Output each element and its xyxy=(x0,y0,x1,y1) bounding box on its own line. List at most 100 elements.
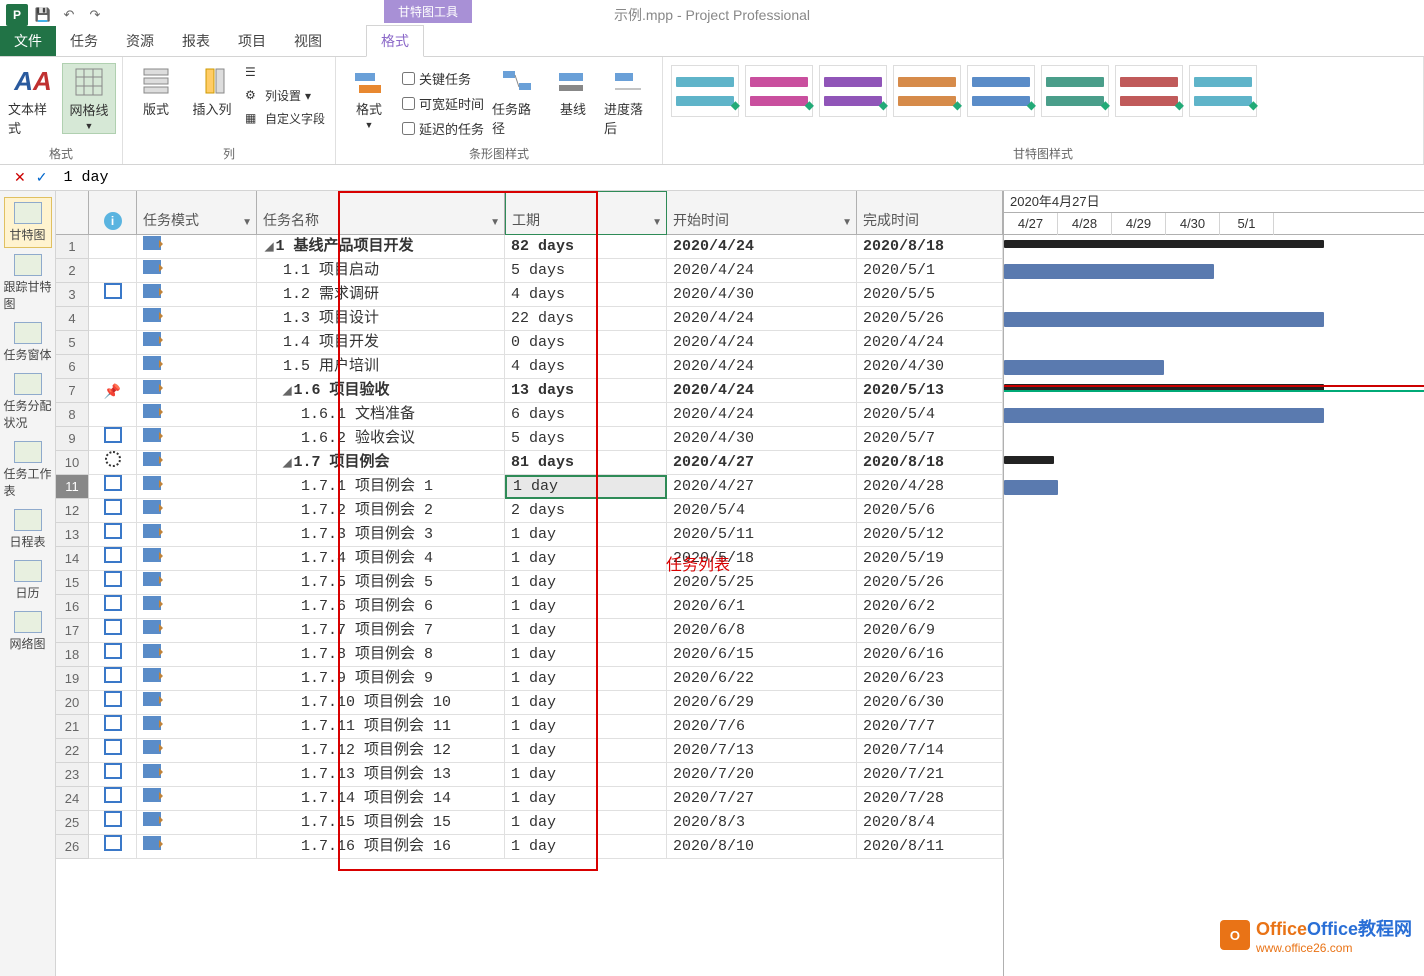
rownum-header[interactable] xyxy=(56,191,89,235)
gantt-bar[interactable] xyxy=(1004,312,1324,327)
slack-checkbox[interactable]: 可宽延时间 xyxy=(398,92,488,115)
view-gantt[interactable]: 甘特图 xyxy=(4,197,52,248)
row-number[interactable]: 1 xyxy=(56,235,89,259)
table-row[interactable]: 1.7.7 项目例会 71 day2020/6/82020/6/9 xyxy=(89,619,1003,643)
gantt-bar[interactable] xyxy=(1004,240,1324,248)
table-row[interactable]: 1.7.1 项目例会 11 day2020/4/272020/4/28 xyxy=(89,475,1003,499)
view-task-sheet[interactable]: 任务工作表 xyxy=(4,437,52,503)
baseline-button[interactable]: 基线 xyxy=(546,63,600,120)
row-number[interactable]: 3 xyxy=(56,283,89,307)
row-number[interactable]: 16 xyxy=(56,595,89,619)
col-finish[interactable]: 完成时间 xyxy=(857,191,1003,235)
table-row[interactable]: 1.7.13 项目例会 131 day2020/7/202020/7/21 xyxy=(89,763,1003,787)
view-network[interactable]: 网络图 xyxy=(4,607,52,656)
layout-button[interactable]: 版式 xyxy=(129,63,183,120)
row-number[interactable]: 25 xyxy=(56,811,89,835)
gantt-bar[interactable] xyxy=(1004,360,1164,375)
table-row[interactable]: 1.2 需求调研4 days2020/4/302020/5/5 xyxy=(89,283,1003,307)
table-row[interactable]: 1.7.16 项目例会 161 day2020/8/102020/8/11 xyxy=(89,835,1003,859)
table-row[interactable]: 1.5 用户培训4 days2020/4/242020/4/30 xyxy=(89,355,1003,379)
row-number[interactable]: 7 xyxy=(56,379,89,403)
gantt-style-option[interactable]: ◆ xyxy=(1041,65,1109,117)
task-grid[interactable]: 1234567891011121314151617181920212223242… xyxy=(56,191,1003,976)
col-duration[interactable]: 工期▼ xyxy=(505,191,667,235)
row-number[interactable]: 23 xyxy=(56,763,89,787)
task-path-button[interactable]: 任务路径 xyxy=(490,63,544,139)
row-number[interactable]: 4 xyxy=(56,307,89,331)
gantt-style-option[interactable]: ◆ xyxy=(1115,65,1183,117)
table-row[interactable]: 1.3 项目设计22 days2020/4/242020/5/26 xyxy=(89,307,1003,331)
view-timeline[interactable]: 日程表 xyxy=(4,505,52,554)
gantt-style-option[interactable]: ◆ xyxy=(893,65,961,117)
row-number[interactable]: 22 xyxy=(56,739,89,763)
table-row[interactable]: 1.7.15 项目例会 151 day2020/8/32020/8/4 xyxy=(89,811,1003,835)
tab-task[interactable]: 任务 xyxy=(56,26,112,56)
row-number[interactable]: 9 xyxy=(56,427,89,451)
table-row[interactable]: 1.7.8 项目例会 81 day2020/6/152020/6/16 xyxy=(89,643,1003,667)
save-icon[interactable]: 💾 xyxy=(32,4,54,26)
table-row[interactable]: 1.7.2 项目例会 22 days2020/5/42020/5/6 xyxy=(89,499,1003,523)
gantt-chart[interactable]: 2020年4月27日 4/274/284/294/305/1 xyxy=(1003,191,1424,976)
row-number[interactable]: 2 xyxy=(56,259,89,283)
tab-format[interactable]: 格式 xyxy=(366,25,424,57)
align-left-button[interactable]: ☰ xyxy=(241,63,329,83)
view-task-usage[interactable]: 任务分配状况 xyxy=(4,369,52,435)
cancel-icon[interactable]: ✕ xyxy=(14,169,26,186)
table-row[interactable]: ◢1.7 项目例会81 days2020/4/272020/8/18 xyxy=(89,451,1003,475)
table-row[interactable]: 1.7.4 项目例会 41 day2020/5/182020/5/19 xyxy=(89,547,1003,571)
tab-project[interactable]: 项目 xyxy=(224,26,280,56)
table-row[interactable]: 1.7.6 项目例会 61 day2020/6/12020/6/2 xyxy=(89,595,1003,619)
tab-report[interactable]: 报表 xyxy=(168,26,224,56)
gantt-style-option[interactable]: ◆ xyxy=(1189,65,1257,117)
row-number[interactable]: 14 xyxy=(56,547,89,571)
row-number[interactable]: 8 xyxy=(56,403,89,427)
col-info[interactable]: i xyxy=(89,191,137,235)
gantt-bar[interactable] xyxy=(1004,480,1058,495)
row-number[interactable]: 24 xyxy=(56,787,89,811)
gantt-bar[interactable] xyxy=(1004,456,1054,464)
tab-resource[interactable]: 资源 xyxy=(112,26,168,56)
row-number[interactable]: 20 xyxy=(56,691,89,715)
redo-icon[interactable]: ↷ xyxy=(84,4,106,26)
late-tasks-checkbox[interactable]: 延迟的任务 xyxy=(398,117,488,140)
gantt-style-option[interactable]: ◆ xyxy=(745,65,813,117)
app-icon[interactable]: P xyxy=(6,4,28,26)
table-row[interactable]: 1.7.10 项目例会 101 day2020/6/292020/6/30 xyxy=(89,691,1003,715)
row-number[interactable]: 17 xyxy=(56,619,89,643)
slippage-button[interactable]: 进度落后 xyxy=(602,63,656,139)
col-mode[interactable]: 任务模式▼ xyxy=(137,191,257,235)
table-row[interactable]: 1.7.5 项目例会 51 day2020/5/252020/5/26 xyxy=(89,571,1003,595)
critical-tasks-checkbox[interactable]: 关键任务 xyxy=(398,67,488,90)
gantt-style-option[interactable]: ◆ xyxy=(819,65,887,117)
col-start[interactable]: 开始时间▼ xyxy=(667,191,857,235)
row-number[interactable]: 21 xyxy=(56,715,89,739)
row-number[interactable]: 10 xyxy=(56,451,89,475)
format-bar-button[interactable]: 格式 ▼ xyxy=(342,63,396,132)
row-number[interactable]: 18 xyxy=(56,643,89,667)
table-row[interactable]: 1.7.3 项目例会 31 day2020/5/112020/5/12 xyxy=(89,523,1003,547)
view-tracking-gantt[interactable]: 跟踪甘特图 xyxy=(4,250,52,316)
row-number[interactable]: 19 xyxy=(56,667,89,691)
table-row[interactable]: 1.7.11 项目例会 111 day2020/7/62020/7/7 xyxy=(89,715,1003,739)
row-number[interactable]: 26 xyxy=(56,835,89,859)
gantt-style-option[interactable]: ◆ xyxy=(671,65,739,117)
table-row[interactable]: 1.1 项目启动5 days2020/4/242020/5/1 xyxy=(89,259,1003,283)
row-number[interactable]: 6 xyxy=(56,355,89,379)
col-name[interactable]: 任务名称▼ xyxy=(257,191,505,235)
table-row[interactable]: 📌◢1.6 项目验收13 days2020/4/242020/5/13 xyxy=(89,379,1003,403)
table-row[interactable]: 1.6.1 文档准备6 days2020/4/242020/5/4 xyxy=(89,403,1003,427)
view-calendar[interactable]: 日历 xyxy=(4,556,52,605)
row-number[interactable]: 15 xyxy=(56,571,89,595)
insert-column-button[interactable]: 插入列 xyxy=(185,63,239,120)
table-row[interactable]: 1.7.12 项目例会 121 day2020/7/132020/7/14 xyxy=(89,739,1003,763)
row-number[interactable]: 5 xyxy=(56,331,89,355)
table-row[interactable]: 1.7.14 项目例会 141 day2020/7/272020/7/28 xyxy=(89,787,1003,811)
tab-file[interactable]: 文件 xyxy=(0,26,56,56)
gantt-bar[interactable] xyxy=(1004,408,1324,423)
table-row[interactable]: 1.4 项目开发0 days2020/4/242020/4/24 xyxy=(89,331,1003,355)
gantt-bar[interactable] xyxy=(1004,264,1214,279)
tab-view[interactable]: 视图 xyxy=(280,26,336,56)
view-task-form[interactable]: 任务窗体 xyxy=(4,318,52,367)
gridlines-button[interactable]: 网格线 ▼ xyxy=(62,63,116,134)
table-row[interactable]: 1.6.2 验收会议5 days2020/4/302020/5/7 xyxy=(89,427,1003,451)
